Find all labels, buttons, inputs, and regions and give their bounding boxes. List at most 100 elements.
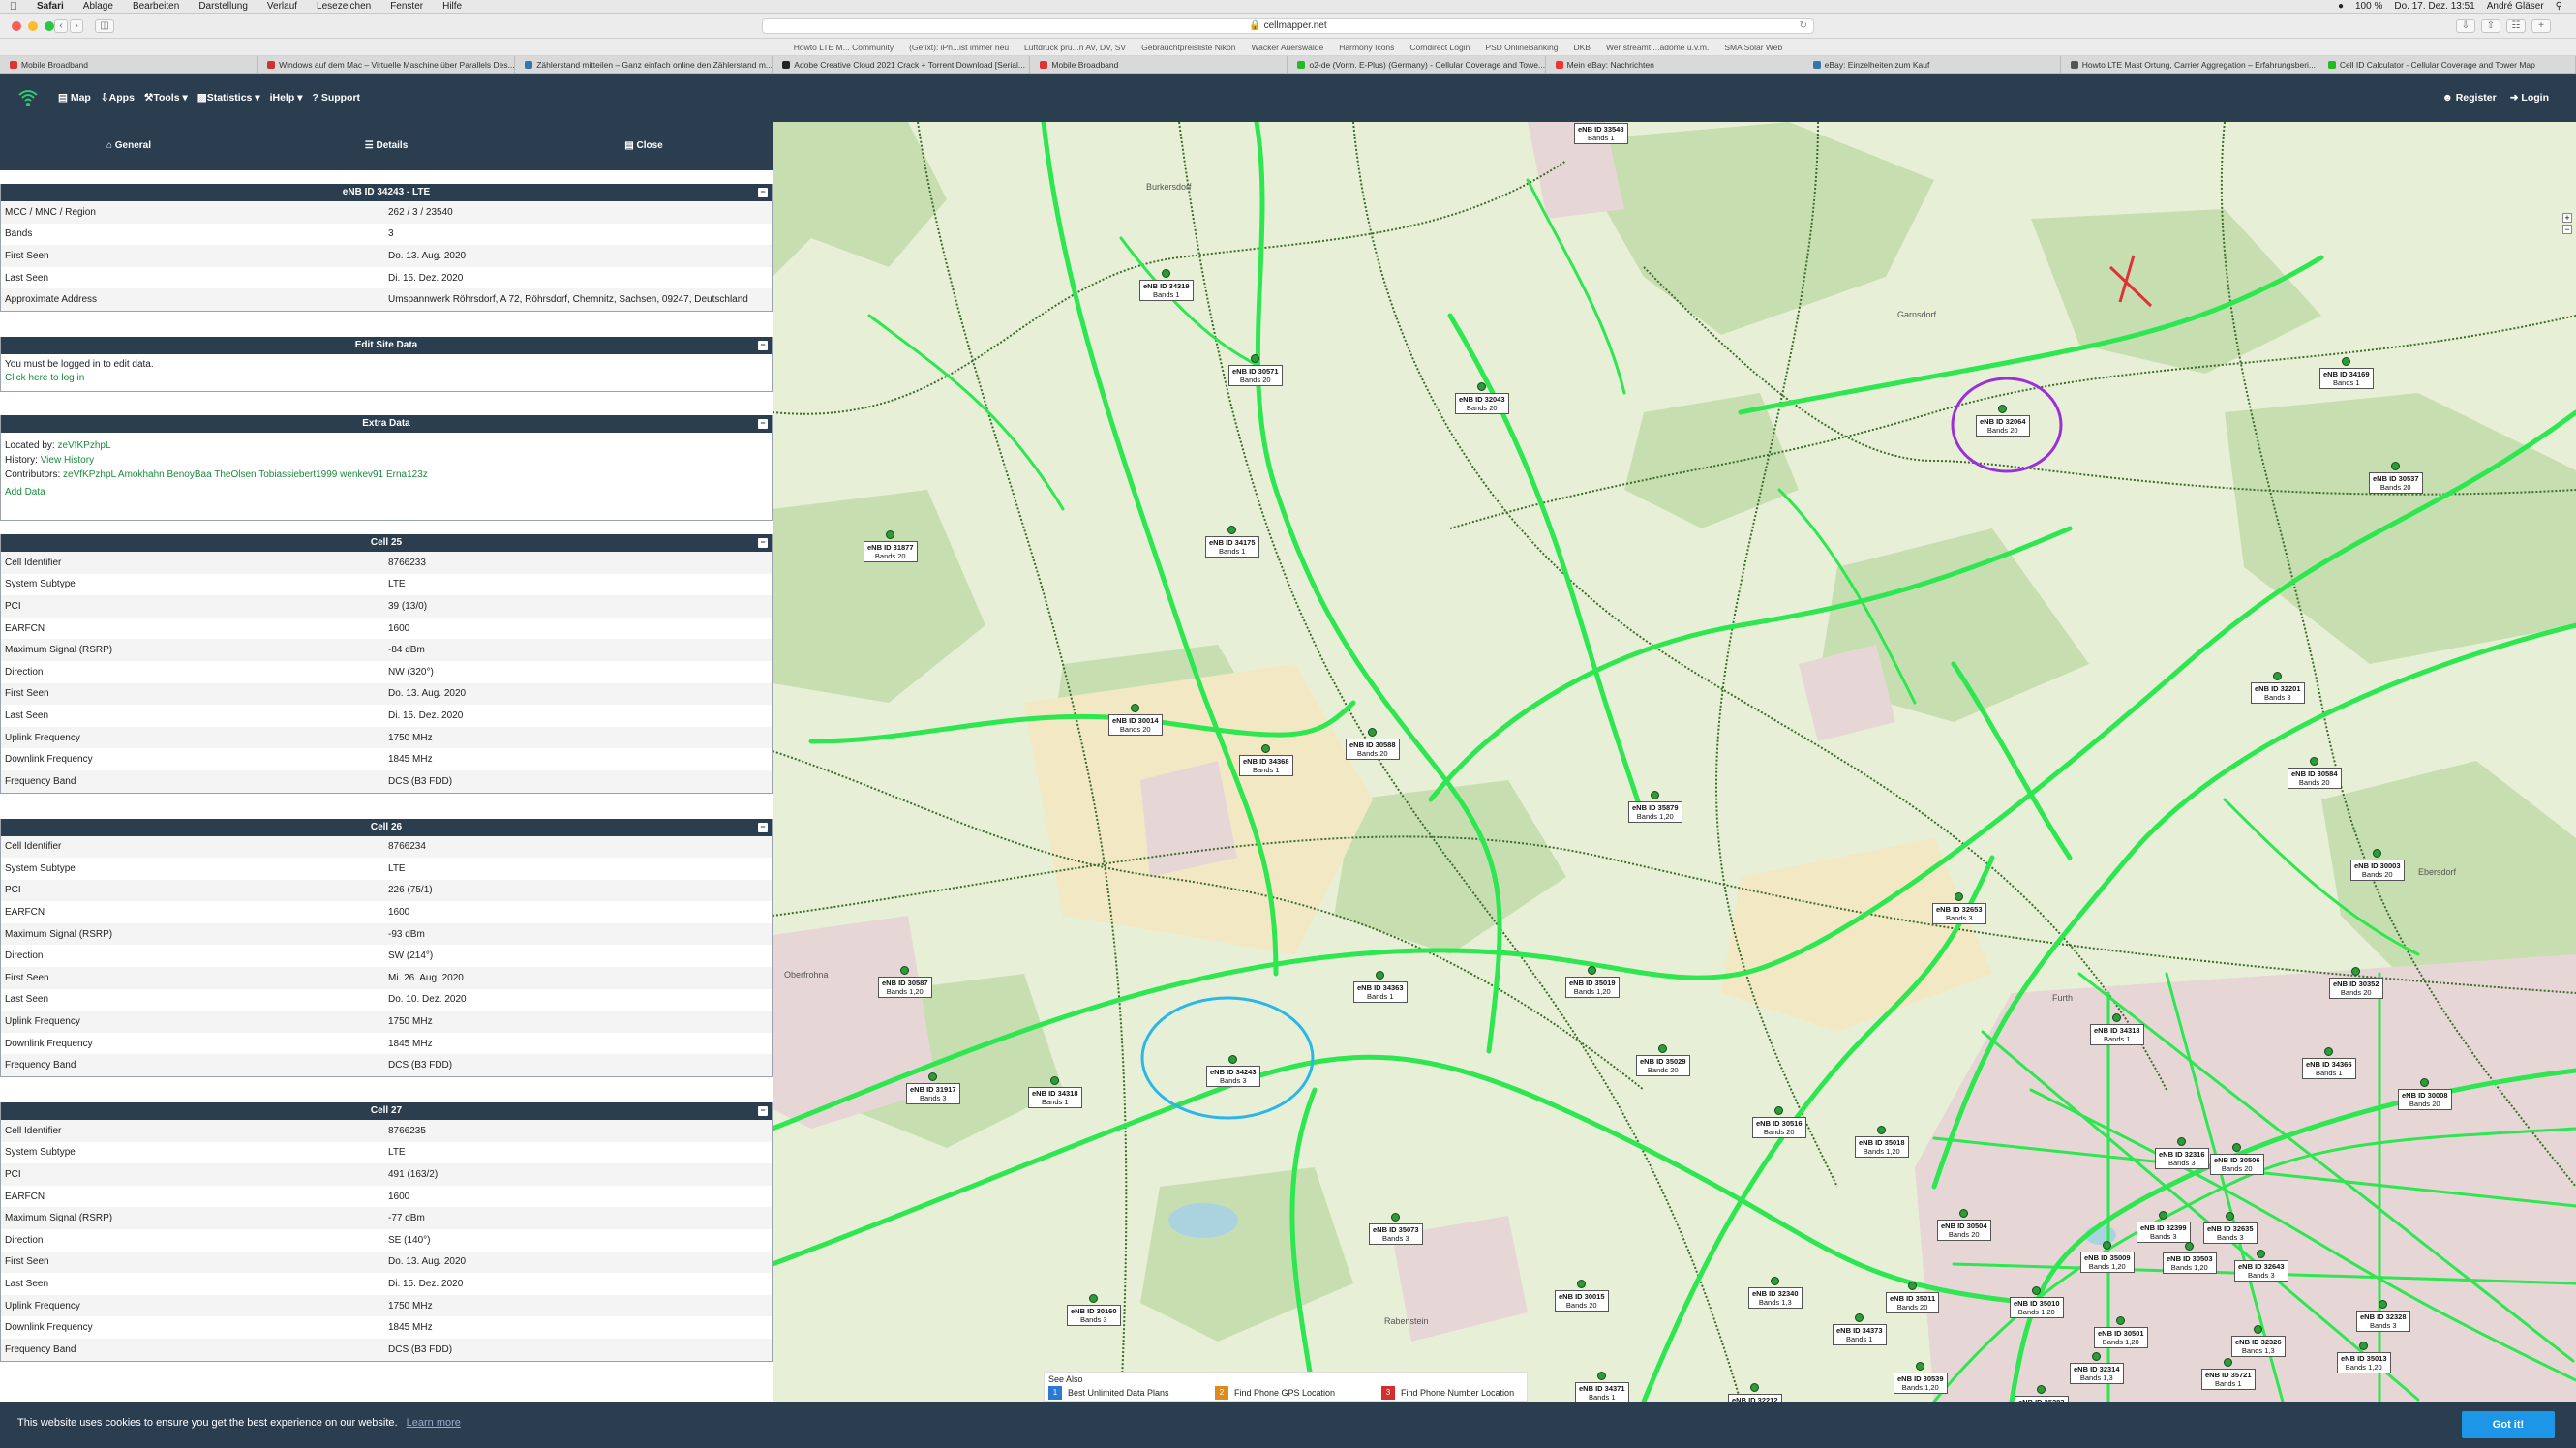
tab-general[interactable]: ⌂ General	[0, 122, 258, 170]
sidebar-icon[interactable]: ◫	[95, 19, 114, 33]
tower-marker[interactable]: eNB ID 35721 Bands 1	[2201, 1358, 2256, 1390]
apple-icon[interactable]: 	[0, 1, 27, 13]
share-icon[interactable]: ⇧	[2481, 19, 2500, 33]
learn-more-link[interactable]: Learn more	[407, 1417, 461, 1429]
collapse-icon[interactable]: −	[758, 822, 768, 832]
tower-marker[interactable]: eNB ID 32635 Bands 3	[2203, 1212, 2258, 1244]
tower-marker[interactable]: eNB ID 32328 Bands 3	[2356, 1300, 2410, 1332]
tab-close[interactable]: ▤ Close	[515, 122, 773, 170]
tower-marker[interactable]: eNB ID 34175 Bands 1	[1205, 526, 1259, 558]
coverage-map[interactable]: eNB ID 33548 Bands 1 eNB ID 34319 Bands 1 eN…	[773, 122, 2576, 1402]
tower-marker[interactable]: eNB ID 32316 Bands 3	[2155, 1137, 2209, 1169]
favorite-item[interactable]: Harmony Icons	[1339, 43, 1394, 52]
favorite-item[interactable]: Comdirect Login	[1409, 43, 1470, 52]
wifi-icon[interactable]: ●	[2338, 1, 2344, 12]
menu-verlauf[interactable]: Verlauf	[258, 1, 307, 12]
download-icon[interactable]: ⇩	[2456, 19, 2475, 33]
favorite-item[interactable]: Wacker Auerswalde	[1251, 43, 1323, 52]
collapse-icon[interactable]: −	[758, 188, 768, 197]
nav-statistics[interactable]: ▩Statistics ▾	[197, 92, 260, 104]
tower-marker[interactable]: eNB ID 35011 Bands 20	[1886, 1282, 1940, 1313]
tower-marker[interactable]: eNB ID 30008 Bands 20	[2398, 1078, 2452, 1110]
zoom-out-icon[interactable]: −	[2562, 225, 2572, 234]
browser-tab[interactable]: Mobile Broadband	[0, 56, 258, 73]
tower-marker[interactable]: eNB ID 35029 Bands 20	[1636, 1044, 1690, 1076]
nav-login[interactable]: ➜ Login	[2510, 92, 2549, 104]
login-link[interactable]: Click here to log in	[5, 372, 768, 385]
zoom-window-icon[interactable]	[45, 21, 54, 31]
tower-marker[interactable]: eNB ID 31917 Bands 3	[906, 1072, 960, 1104]
tower-marker[interactable]: eNB ID 32340 Bands 1,3	[1748, 1277, 1803, 1309]
favorite-item[interactable]: PSD OnlineBanking	[1485, 43, 1558, 52]
tower-marker[interactable]: eNB ID 32399 Bands 3	[2137, 1211, 2191, 1243]
favorite-item[interactable]: Gebrauchtpreisliste Nikon	[1141, 43, 1235, 52]
tower-marker[interactable]: eNB ID 34371 Bands 1	[1575, 1372, 1629, 1402]
tower-marker[interactable]: eNB ID 30504 Bands 20	[1937, 1209, 1991, 1241]
menu-bearbeiten[interactable]: Bearbeiten	[123, 1, 189, 12]
tower-marker[interactable]: eNB ID 34319 Bands 1	[1139, 269, 1194, 301]
menu-ablage[interactable]: Ablage	[74, 1, 123, 12]
zoom-in-icon[interactable]: +	[2562, 213, 2572, 223]
tower-marker[interactable]: eNB ID 35013 Bands 1,20	[2337, 1342, 2391, 1373]
nav-help[interactable]: iHelp ▾	[270, 92, 303, 104]
tower-marker[interactable]: eNB ID 34318 Bands 1	[1028, 1076, 1082, 1108]
nav-apps[interactable]: ⇩Apps	[101, 92, 135, 104]
browser-tab[interactable]: Zählerstand mitteilen – Ganz einfach onl…	[515, 56, 773, 73]
tower-marker[interactable]: eNB ID 35010 Bands 1,20	[2010, 1286, 2064, 1318]
tower-marker[interactable]: eNB ID 30584 Bands 20	[2288, 757, 2342, 789]
tower-marker[interactable]: eNB ID 30588 Bands 20	[1346, 728, 1400, 760]
minimize-window-icon[interactable]	[28, 21, 38, 31]
menu-fenster[interactable]: Fenster	[380, 1, 433, 12]
got-it-button[interactable]: Got it!	[2462, 1411, 2555, 1438]
nav-support[interactable]: ? Support	[312, 92, 360, 104]
tower-marker[interactable]: eNB ID 30015 Bands 20	[1555, 1280, 1609, 1312]
tower-marker[interactable]: eNB ID 35009 Bands 1,20	[2080, 1241, 2135, 1273]
battery-label[interactable]: 100 %	[2355, 1, 2382, 12]
map-canvas[interactable]	[773, 122, 2576, 1402]
browser-tab[interactable]: Cell ID Calculator - Cellular Coverage a…	[2318, 56, 2576, 73]
tower-marker[interactable]: eNB ID 32212Bands 3	[1728, 1383, 1782, 1402]
favorite-item[interactable]: Luftdruck prü...n AV, DV, SV	[1024, 43, 1126, 52]
tower-marker[interactable]: eNB ID 35018 Bands 1,20	[1855, 1126, 1909, 1158]
tower-marker[interactable]: eNB ID 30352 Bands 20	[2329, 967, 2383, 999]
tower-marker[interactable]: eNB ID 32326 Bands 1,3	[2231, 1325, 2286, 1357]
user-name[interactable]: André Gläser	[2487, 1, 2544, 12]
search-icon[interactable]: ⚲	[2556, 1, 2562, 12]
tower-marker[interactable]: eNB ID 30503 Bands 1,20	[2163, 1242, 2217, 1274]
tower-marker[interactable]: eNB ID 34373 Bands 1	[1833, 1313, 1887, 1345]
nav-tools[interactable]: ⚒Tools ▾	[144, 92, 188, 104]
tower-marker[interactable]: eNB ID 35073 Bands 3	[1369, 1213, 1423, 1245]
tower-marker[interactable]: eNB ID 35879 Bands 1,20	[1628, 791, 1682, 823]
clock[interactable]: Do. 17. Dez. 13:51	[2394, 1, 2474, 12]
favorite-item[interactable]: SMA Solar Web	[1724, 43, 1782, 52]
favorite-item[interactable]: Howto LTE M... Community	[794, 43, 894, 52]
tabs-overview-icon[interactable]: ☷	[2506, 19, 2526, 33]
favorite-item[interactable]: DKB	[1573, 43, 1590, 52]
tower-dot-icon[interactable]	[1908, 1282, 1918, 1290]
collapse-icon[interactable]: −	[758, 418, 768, 429]
tower-marker[interactable]: eNB ID 30516 Bands 20	[1752, 1106, 1806, 1138]
tower-marker[interactable]: eNB ID 30160 Bands 3	[1067, 1294, 1121, 1326]
see-also-item[interactable]: 1 Best Unlimited Data Plans	[1048, 1386, 1203, 1400]
browser-tab[interactable]: eBay: Einzelheiten zum Kauf	[1803, 56, 2061, 73]
browser-tab[interactable]: Windows auf dem Mac – Virtuelle Maschine…	[258, 56, 516, 73]
favorite-item[interactable]: Wer streamt ...adome u.v.m.	[1606, 43, 1709, 52]
cellmapper-logo-icon[interactable]	[17, 87, 39, 113]
reload-icon[interactable]: ↻	[1800, 19, 1807, 33]
browser-tab[interactable]: o2-de (Vorm. E-Plus) (Germany) - Cellula…	[1288, 56, 1546, 73]
tower-marker[interactable]: eNB ID 32064 Bands 20	[1976, 405, 2030, 437]
tower-marker[interactable]: eNB ID 30537 Bands 20	[2369, 462, 2423, 494]
tower-marker[interactable]: eNB ID 34363 Bands 1	[1353, 971, 1408, 1003]
located-by-user[interactable]: zeVfKPzhpL	[58, 440, 111, 451]
tower-marker[interactable]: eNB ID 30587 Bands 1,20	[878, 966, 932, 998]
add-data-link[interactable]: Add Data	[5, 487, 45, 498]
menu-lesezeichen[interactable]: Lesezeichen	[307, 1, 380, 12]
tower-marker[interactable]: eNB ID 30003 Bands 20	[2350, 849, 2405, 881]
browser-tab[interactable]: Howto LTE Mast Ortung, Carrier Aggregati…	[2061, 56, 2318, 73]
tower-marker[interactable]: eNB ID 32201 Bands 3	[2251, 672, 2305, 704]
close-window-icon[interactable]	[12, 21, 21, 31]
tower-marker[interactable]: eNB ID 34318 Bands 1	[2090, 1013, 2144, 1045]
favorite-item[interactable]: (Gefixt): iPh...ist immer neu	[909, 43, 1009, 52]
new-tab-icon[interactable]: +	[2531, 19, 2551, 33]
collapse-icon[interactable]: −	[758, 537, 768, 548]
